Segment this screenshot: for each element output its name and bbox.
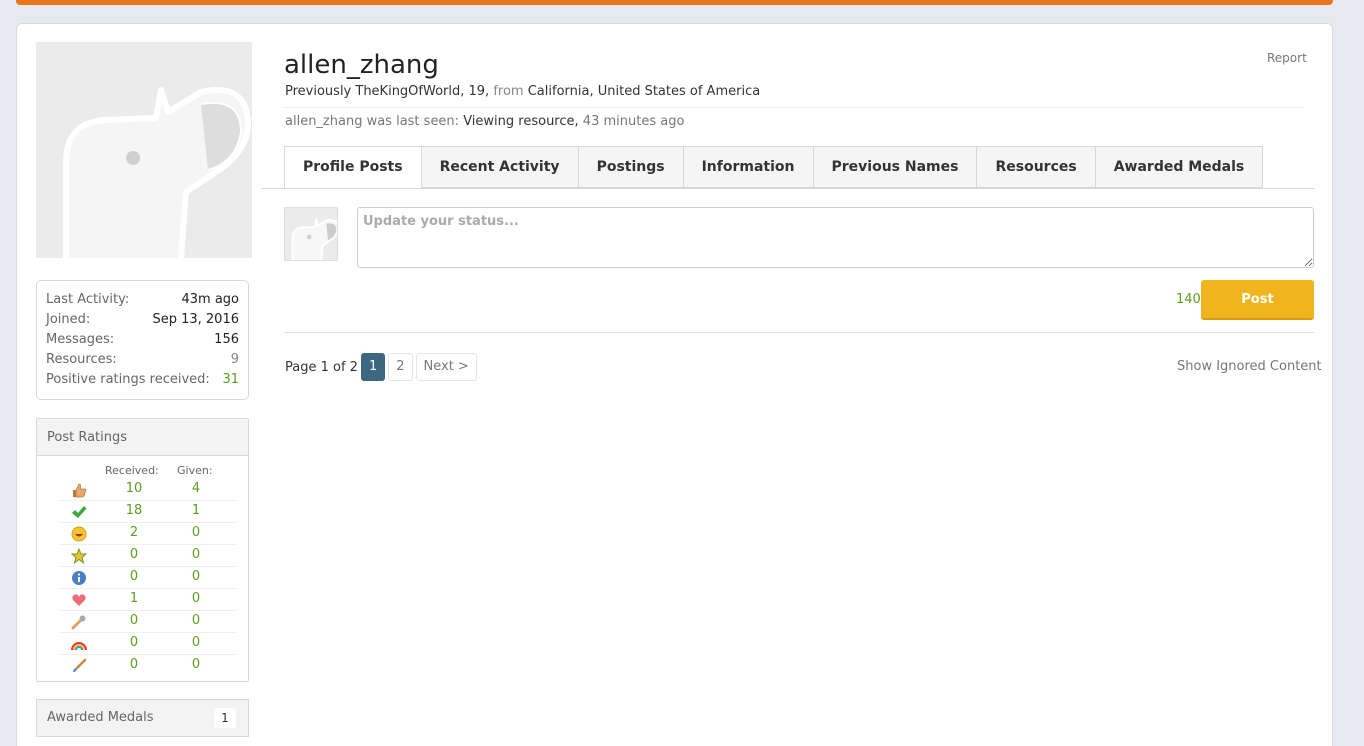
stat-value: Sep 13, 2016 [152,312,239,327]
rating-row: 18 1 [59,501,237,523]
tab-information[interactable]: Information [683,146,814,188]
received-count[interactable]: 1 [119,591,149,606]
divider [284,332,1314,333]
page-1-button[interactable]: 1 [360,353,386,381]
next-page-button[interactable]: Next > [415,353,477,381]
info-icon [71,570,87,586]
profile-tabs: Profile Posts Recent Activity Postings I… [284,146,1264,189]
rating-row: 0 0 [59,567,237,589]
given-count[interactable]: 4 [181,481,211,496]
stat-label: Positive ratings received: [46,372,210,387]
previously-text: Previously TheKingOfWorld, 19, [285,84,490,99]
received-count[interactable]: 0 [119,613,149,628]
checkmark-icon [71,504,87,520]
given-count[interactable]: 1 [181,503,211,518]
funny-face-icon [71,526,87,542]
given-count[interactable]: 0 [181,635,211,650]
stat-label: Last Activity: [46,292,130,307]
profile-avatar[interactable] [36,42,252,258]
tab-recent-activity[interactable]: Recent Activity [421,146,579,188]
divider [284,107,1304,108]
dog-avatar-icon [291,219,337,260]
rating-row: 0 0 [59,633,237,655]
paintbrush-icon [71,658,87,674]
stat-resources[interactable]: Resources: 9 [46,350,239,370]
received-count[interactable]: 0 [119,569,149,584]
stat-joined: Joined: Sep 13, 2016 [46,310,239,330]
awarded-medals-box[interactable]: Awarded Medals 1 [36,699,249,737]
report-link[interactable]: Report [1267,51,1307,65]
profile-username: allen_zhang [284,50,439,80]
stat-value[interactable]: 9 [231,350,239,370]
received-count[interactable]: 10 [119,481,149,496]
heart-icon [71,592,87,608]
location-link[interactable]: California, United States of America [528,84,760,99]
given-count[interactable]: 0 [181,569,211,584]
given-count[interactable]: 0 [181,657,211,672]
profile-stats: Last Activity: 43m ago Joined: Sep 13, 2… [36,280,249,400]
stat-last-activity: Last Activity: 43m ago [46,290,239,310]
rating-row: 0 0 [59,655,237,677]
stat-positive-ratings: Positive ratings received: 31 [46,370,239,390]
tabs-underline [262,188,1314,189]
given-count[interactable]: 0 [181,591,211,606]
rating-row: 1 0 [59,589,237,611]
tab-awarded-medals[interactable]: Awarded Medals [1095,146,1264,188]
post-ratings-box: Post Ratings Received: Given: 10 4 18 1 … [36,418,249,682]
dog-avatar-icon [36,42,252,258]
tab-postings[interactable]: Postings [578,146,684,188]
given-header: Given: [177,464,213,477]
post-button[interactable]: Post [1201,280,1314,320]
given-count[interactable]: 0 [181,547,211,562]
profile-info-line: Previously TheKingOfWorld, 19, from Cali… [285,84,760,99]
tab-profile-posts[interactable]: Profile Posts [284,146,422,189]
from-text: from [493,84,524,99]
stat-value: 43m ago [181,292,239,307]
given-count[interactable]: 0 [181,525,211,540]
received-count[interactable]: 0 [119,635,149,650]
stat-value[interactable]: 156 [214,330,239,350]
stat-label: Joined: [46,312,91,327]
received-count[interactable]: 0 [119,547,149,562]
received-header: Received: [105,464,159,477]
post-ratings-title: Post Ratings [37,419,248,456]
received-count[interactable]: 2 [119,525,149,540]
received-count[interactable]: 0 [119,657,149,672]
awarded-medals-label: Awarded Medals [47,710,154,725]
rating-row: 2 0 [59,523,237,545]
stat-label: Resources: [46,352,117,367]
received-count[interactable]: 18 [119,503,149,518]
last-seen-line: allen_zhang was last seen: Viewing resou… [285,114,684,129]
rating-row: 10 4 [59,479,237,501]
star-medal-icon [70,547,88,565]
medal-count-badge: 1 [214,708,236,728]
status-avatar[interactable] [284,207,338,261]
rating-row: 0 0 [59,611,237,633]
tab-resources[interactable]: Resources [977,146,1096,188]
pagination: Page 1 of 2 1 2 Next > [285,353,480,381]
rainbow-icon [71,636,87,652]
show-ignored-content-link[interactable]: Show Ignored Content [1177,359,1322,374]
rating-row: 0 0 [59,545,237,567]
page-2-button[interactable]: 2 [388,353,413,381]
thumbs-up-icon [71,482,87,498]
status-update-input[interactable] [357,207,1314,268]
last-seen-prefix: allen_zhang was last seen: [285,114,460,129]
tab-previous-names[interactable]: Previous Names [813,146,978,188]
wrench-icon [71,614,87,630]
stat-messages[interactable]: Messages: 156 [46,330,239,350]
last-seen-activity-link[interactable]: Viewing resource, [463,114,578,129]
page-count-text: Page 1 of 2 [285,359,358,375]
stat-label: Messages: [46,332,115,347]
top-accent-bar [16,0,1333,5]
given-count[interactable]: 0 [181,613,211,628]
character-counter: 140 [1176,292,1201,307]
last-seen-time: 43 minutes ago [582,114,685,129]
stat-value: 31 [222,372,239,387]
